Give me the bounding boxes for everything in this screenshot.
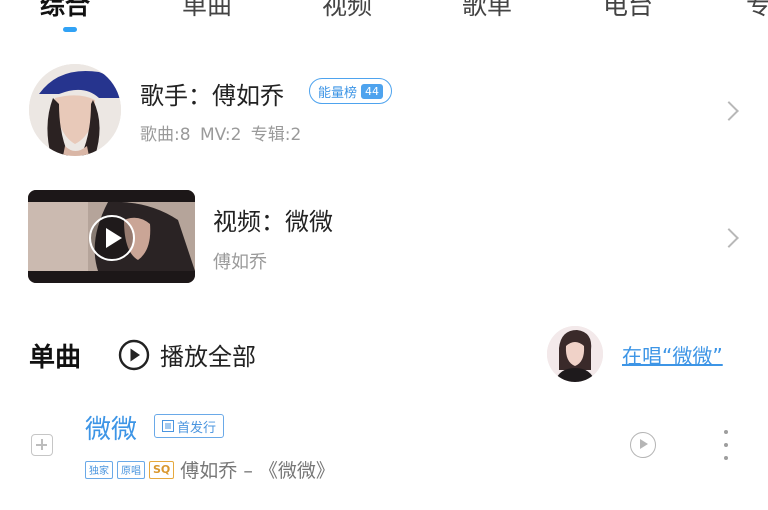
tab-albums[interactable]: 专 — [746, 0, 768, 22]
singles-section-title: 单曲 — [29, 343, 82, 373]
tab-radio[interactable]: 电台 — [603, 0, 653, 22]
singer-avatar[interactable] — [29, 64, 121, 156]
tab-singles[interactable]: 单曲 — [182, 0, 232, 22]
exclusive-tag: 独家 — [85, 460, 113, 479]
video-artist: 傅如乔 — [213, 252, 267, 273]
play-all-label: 播放全部 — [160, 343, 256, 371]
play-all-button[interactable]: 播放全部 — [118, 337, 256, 372]
play-circle-icon — [118, 339, 150, 370]
singer-photo-icon — [29, 64, 121, 156]
energy-rank-badge[interactable]: 能量榜 44 — [309, 78, 393, 104]
mv-play-icon[interactable] — [630, 432, 656, 458]
tab-bar: 综合 单曲 视频 歌单 电台 专 — [0, 0, 768, 32]
cover-singer-avatar[interactable] — [547, 326, 603, 382]
list-icon — [162, 420, 174, 432]
now-singing-link[interactable]: 在唱“微微” — [622, 340, 723, 369]
rank-value: 44 — [361, 83, 384, 99]
singer-thumbnail-icon — [547, 326, 603, 382]
rank-label: 能量榜 — [318, 85, 358, 101]
tab-videos[interactable]: 视频 — [322, 0, 372, 22]
tab-all[interactable]: 综合 — [40, 0, 90, 22]
plus-square-icon[interactable] — [31, 434, 53, 456]
tab-playlists[interactable]: 歌单 — [462, 0, 512, 22]
video-frame-icon — [28, 190, 195, 283]
song-title[interactable]: 微微 — [85, 409, 137, 446]
release-badge-label: 首发行 — [177, 420, 217, 436]
singer-name[interactable]: 歌手：傅如乔 — [140, 76, 284, 111]
song-artist-album: 傅如乔 – 《微微》 — [180, 460, 335, 482]
more-vertical-icon[interactable] — [723, 430, 729, 460]
chevron-right-icon[interactable] — [719, 228, 739, 248]
video-thumbnail[interactable] — [28, 190, 195, 283]
video-title[interactable]: 视频：微微 — [213, 202, 333, 237]
original-tag: 原唱 — [117, 460, 145, 479]
first-release-badge: 首发行 — [154, 414, 225, 438]
sq-quality-tag: SQ — [149, 460, 175, 479]
active-tab-indicator — [63, 27, 77, 32]
song-meta: 独家 原唱 SQ 傅如乔 – 《微微》 — [85, 456, 335, 483]
singer-stats: 歌曲:8 MV:2 专辑:2 — [140, 125, 302, 145]
